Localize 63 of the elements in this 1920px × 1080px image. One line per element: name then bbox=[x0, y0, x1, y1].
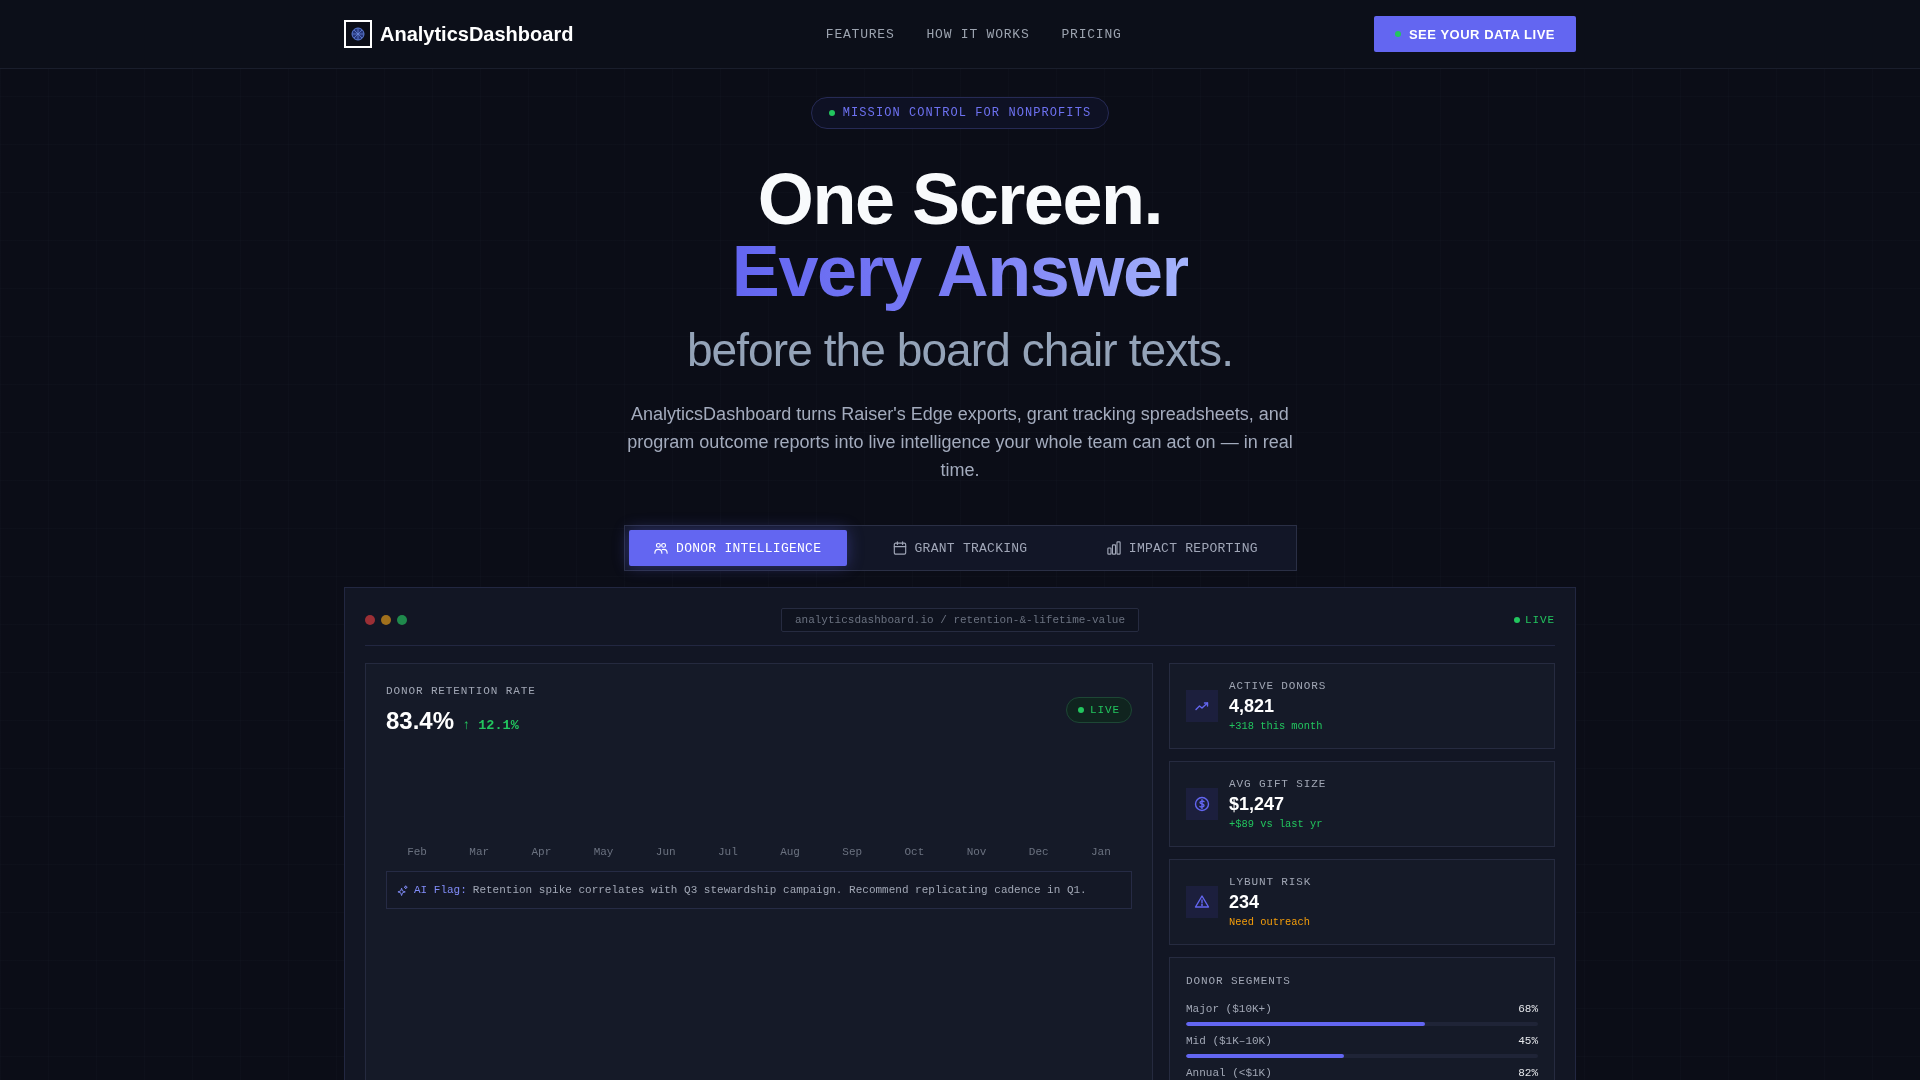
month-label: May bbox=[592, 845, 615, 860]
nav-link[interactable]: PRICING bbox=[1061, 26, 1122, 42]
subheadline: before the board chair texts. bbox=[686, 323, 1234, 378]
segments-title: DONOR SEGMENTS bbox=[1186, 974, 1292, 989]
month-label: Dec bbox=[1027, 845, 1050, 860]
warning-icon bbox=[1186, 886, 1218, 919]
trend-up-icon bbox=[1186, 690, 1218, 723]
month-label: Aug bbox=[779, 845, 801, 860]
metric-label: AVG GIFT SIZE bbox=[1229, 777, 1327, 792]
retention-change: ↑ 12.1% bbox=[462, 718, 519, 734]
dollar-icon bbox=[1186, 788, 1218, 821]
window-minimize-icon bbox=[381, 615, 391, 626]
metric-label: ACTIVE DONORS bbox=[1229, 679, 1327, 694]
segment-percent: 82% bbox=[1518, 1066, 1538, 1080]
segment-percent: 45% bbox=[1518, 1034, 1538, 1049]
month-label: Feb bbox=[406, 845, 428, 860]
status-dot-icon bbox=[1394, 31, 1401, 37]
metric-value: 4,821 bbox=[1229, 695, 1276, 718]
metric-note: +$89 vs last yr bbox=[1229, 817, 1324, 832]
ai-flag-message: Retention spike correlates with Q3 stewardship campaign. Recommend replicating cadence in Q1. bbox=[472, 884, 1087, 897]
window-maximize-icon bbox=[397, 615, 407, 626]
live-dot-icon bbox=[1514, 617, 1521, 624]
calendar-icon bbox=[892, 541, 907, 556]
live-label: LIVE bbox=[1090, 703, 1120, 716]
people-icon bbox=[654, 541, 669, 556]
live-status: LIVE bbox=[1525, 614, 1555, 627]
address-bar: analyticsdashboard.io / retention-&-lifetime-value bbox=[780, 608, 1140, 633]
tagline-text: MISSION CONTROL FOR NONPROFITS bbox=[842, 106, 1092, 120]
metric-note: +318 this month bbox=[1229, 719, 1324, 734]
tab[interactable]: IMPACT REPORTING bbox=[1073, 530, 1292, 567]
bar-chart-icon bbox=[1106, 541, 1121, 556]
metric-note: Need outreach bbox=[1229, 915, 1312, 930]
month-label: Nov bbox=[965, 845, 988, 860]
panel-title: DONOR RETENTION RATE bbox=[386, 684, 536, 699]
headline: One Screen. bbox=[757, 163, 1163, 235]
month-label: Apr bbox=[530, 845, 553, 860]
retention-value: 83.4% bbox=[386, 706, 455, 736]
month-label: Sep bbox=[841, 845, 864, 860]
metric-value: $1,247 bbox=[1229, 793, 1286, 816]
cta-button[interactable]: SEE YOUR DATA LIVE bbox=[1374, 16, 1576, 52]
segment-label: Annual (<$1K) bbox=[1186, 1066, 1272, 1080]
ai-flag-label: AI Flag: bbox=[414, 884, 467, 897]
month-label: Jan bbox=[1090, 845, 1112, 860]
metric-label: LYBUNT RISK bbox=[1229, 875, 1312, 890]
window-close-icon bbox=[365, 615, 375, 626]
month-label: Jun bbox=[654, 845, 677, 860]
segment-percent: 68% bbox=[1518, 1002, 1538, 1017]
status-dot-icon bbox=[828, 110, 835, 116]
month-label: Oct bbox=[903, 845, 926, 860]
nav-link[interactable]: FEATURES bbox=[825, 26, 895, 42]
segment-label: Major ($10K+) bbox=[1186, 1002, 1272, 1017]
logo-icon bbox=[344, 20, 372, 48]
hero-description: AnalyticsDashboard turns Raiser's Edge exports, grant tracking spreadsheets, and program outcome reports into live intelligence your whole team can act on — in real time. bbox=[626, 403, 1294, 483]
sparkle-icon bbox=[397, 884, 408, 896]
nav-link[interactable]: HOW IT WORKS bbox=[926, 26, 1030, 42]
segment-label: Mid ($1K–10K) bbox=[1186, 1034, 1272, 1049]
live-dot-icon bbox=[1078, 706, 1085, 713]
tab[interactable]: DONOR INTELLIGENCE bbox=[628, 530, 847, 567]
tab[interactable]: GRANT TRACKING bbox=[850, 530, 1070, 567]
month-label: Jul bbox=[717, 845, 739, 860]
month-label: Mar bbox=[468, 845, 491, 860]
metric-value: 234 bbox=[1229, 891, 1261, 914]
home-logo-link[interactable]: AnalyticsDashboard bbox=[344, 20, 574, 48]
